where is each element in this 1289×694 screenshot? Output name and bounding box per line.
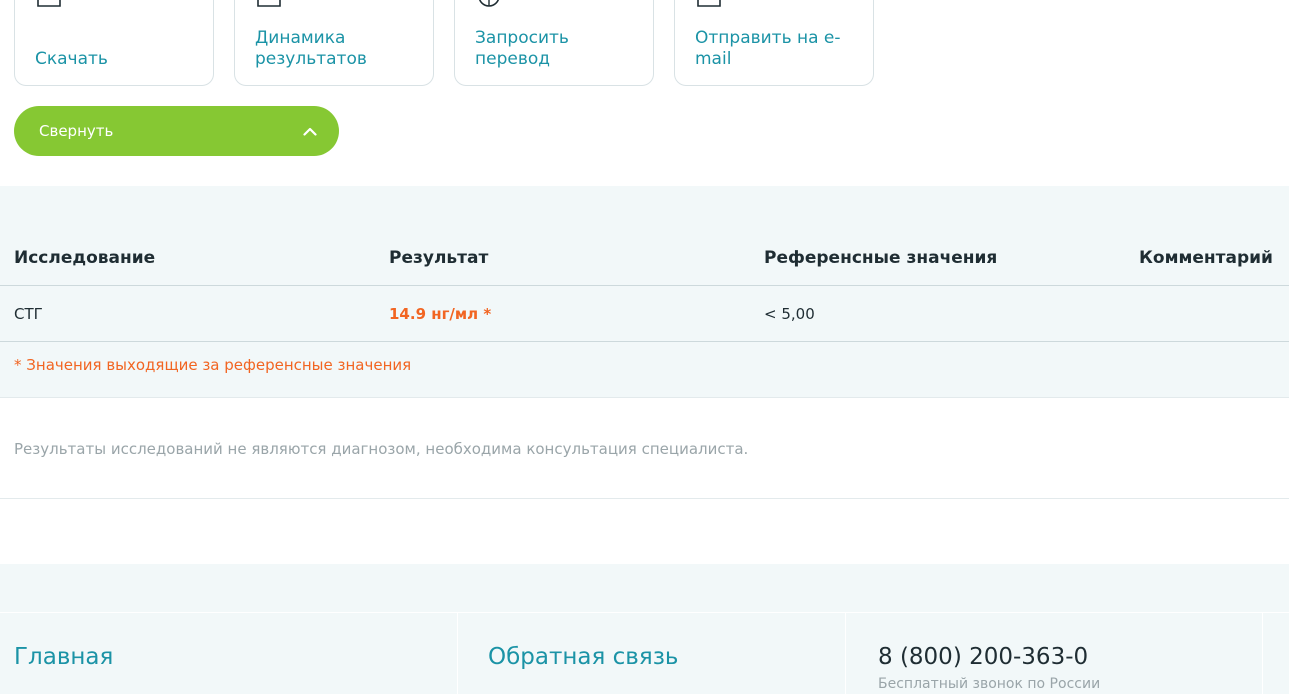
collapse-button[interactable]: Свернуть (14, 106, 339, 156)
phone-note: Бесплатный звонок по России (878, 676, 1101, 692)
translate-card[interactable]: Запросить перевод (454, 0, 654, 86)
mail-icon (697, 0, 721, 7)
cell-result: 14.9 нг/мл * (389, 305, 492, 323)
footer (0, 564, 1289, 694)
footer-column-divider (845, 613, 846, 694)
section-divider (0, 397, 1289, 398)
footer-column-divider (1262, 613, 1263, 694)
header-study: Исследование (14, 248, 156, 268)
footer-link-feedback[interactable]: Обратная связь (488, 644, 678, 670)
email-label: Отправить на e-mail (695, 28, 841, 69)
disclaimer-text: Результаты исследований не являются диаг… (14, 440, 749, 458)
chart-icon (257, 0, 281, 7)
cell-reference: < 5,00 (764, 305, 815, 323)
download-label: Скачать (35, 49, 108, 69)
footer-column-divider (457, 613, 458, 694)
table-divider (0, 285, 1289, 286)
dynamics-label: Динамика результатов (255, 28, 367, 69)
footer-link-home[interactable]: Главная (14, 644, 113, 670)
collapse-label: Свернуть (39, 122, 114, 140)
globe-icon (477, 0, 501, 7)
email-card[interactable]: Отправить на e-mail (674, 0, 874, 86)
header-reference: Референсные значения (764, 248, 998, 268)
dynamics-card[interactable]: Динамика результатов (234, 0, 434, 86)
table-divider (0, 341, 1289, 342)
section-divider (0, 498, 1289, 499)
translate-label: Запросить перевод (475, 28, 569, 69)
header-comment: Комментарий (1139, 248, 1273, 268)
phone-number[interactable]: 8 (800) 200-363-0 (878, 644, 1088, 670)
download-card[interactable]: Скачать (14, 0, 214, 86)
footer-divider (0, 612, 1289, 613)
chevron-up-icon (303, 127, 317, 136)
download-icon (37, 0, 61, 7)
actions-row: Скачать Динамика результатов Запросить п… (14, 0, 874, 86)
header-result: Результат (389, 248, 489, 268)
reference-note: * Значения выходящие за референсные знач… (14, 356, 412, 374)
cell-study: СТГ (14, 305, 43, 323)
